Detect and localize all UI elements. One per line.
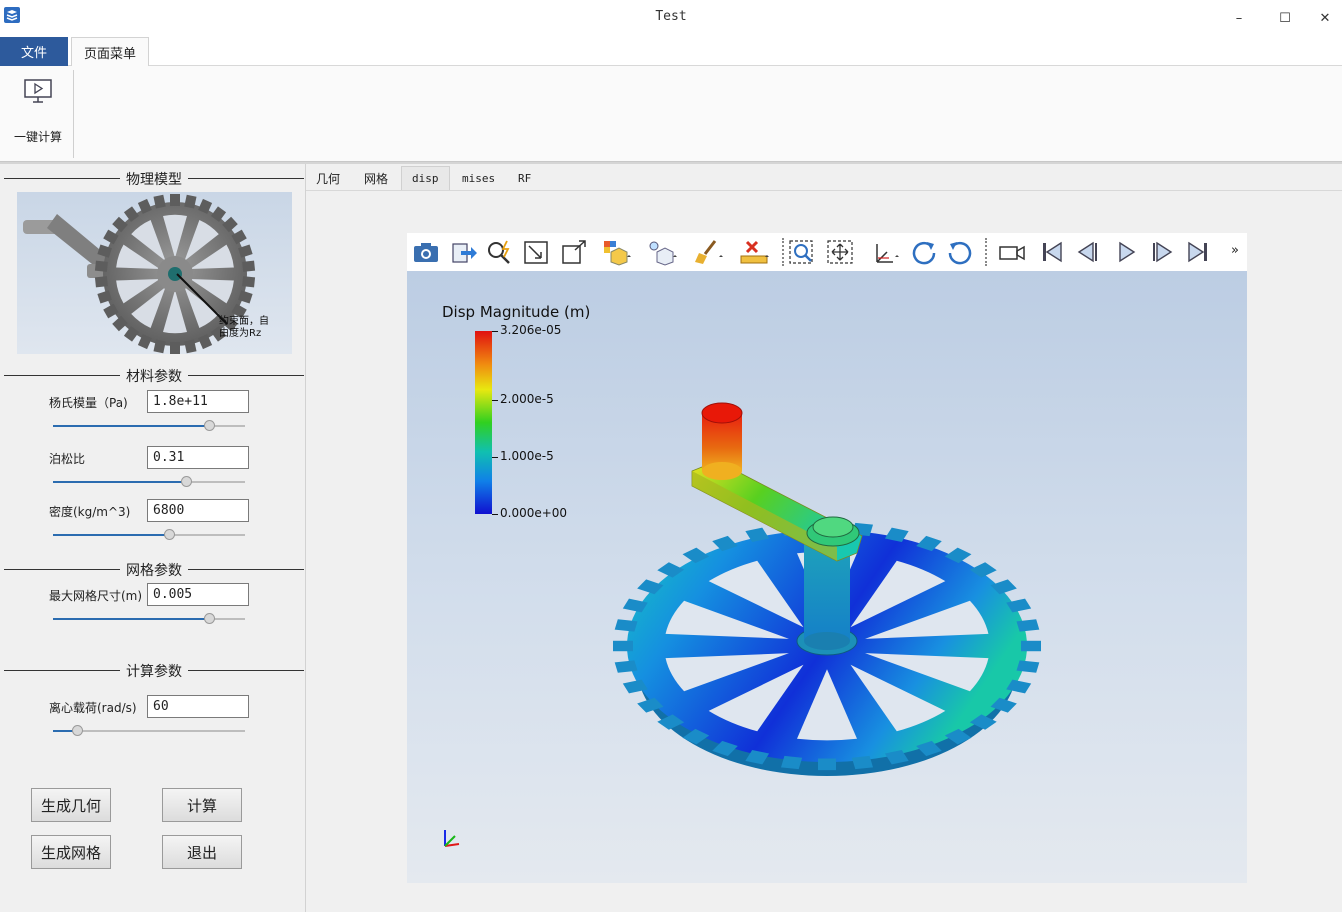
reset-view-icon[interactable]: [521, 238, 551, 266]
slider-handle[interactable]: [181, 476, 193, 487]
tab-file[interactable]: 文件: [0, 37, 68, 66]
export-icon[interactable]: [449, 238, 479, 266]
slider-handle[interactable]: [204, 420, 216, 431]
mesh-size-input[interactable]: 0.005: [147, 583, 249, 606]
brush-icon[interactable]: [693, 238, 723, 266]
mesh-size-label: 最大网格尺寸(m): [49, 589, 143, 603]
tab-rf[interactable]: RF: [508, 166, 541, 190]
play-icon[interactable]: [1111, 238, 1141, 266]
minimize-icon: –: [1235, 10, 1243, 26]
calc-title: 计算参数: [120, 664, 188, 680]
light-box-icon[interactable]: [647, 238, 677, 266]
one-click-compute-label: 一键计算: [13, 130, 62, 144]
zoom-box-icon[interactable]: [787, 238, 817, 266]
physical-model-image: 约束面，自 由度为Rz: [17, 192, 292, 354]
ribbon-panel: 一键计算: [0, 66, 1342, 162]
maximize-icon: ☐: [1279, 10, 1291, 26]
result-viewer: » Disp Magnitude (m) 3.206e-05 2.000e-5 …: [407, 233, 1247, 883]
slider-handle[interactable]: [204, 613, 216, 624]
maximize-button[interactable]: ☐: [1262, 4, 1308, 32]
generate-geometry-button[interactable]: 生成几何: [31, 788, 111, 822]
3d-viewport[interactable]: Disp Magnitude (m) 3.206e-05 2.000e-5 1.…: [407, 271, 1247, 883]
next-frame-icon[interactable]: [1147, 238, 1177, 266]
tab-mesh[interactable]: 网格: [354, 166, 398, 190]
poisson-ratio-slider[interactable]: [53, 476, 245, 488]
material-group-title: 材料参数: [4, 367, 304, 385]
generate-mesh-button[interactable]: 生成网格: [31, 835, 111, 869]
tab-disp[interactable]: disp: [401, 166, 450, 190]
toolbar-overflow-button[interactable]: »: [1231, 243, 1239, 258]
mesh-title: 网格参数: [120, 563, 188, 579]
slider-handle[interactable]: [71, 725, 83, 736]
box-color-icon[interactable]: [601, 238, 631, 266]
app-window: Test – ☐ ✕ 文件 页面菜单 一键计算 物理模型 约束面，自 由度为Rz…: [0, 0, 1342, 912]
youngs-modulus-label: 杨氏模量（Pa): [49, 396, 128, 410]
centrifugal-load-slider[interactable]: [53, 725, 245, 737]
calculate-button[interactable]: 计算: [162, 788, 242, 822]
physical-model-title: 物理模型: [120, 172, 188, 188]
minimize-button[interactable]: –: [1216, 4, 1262, 32]
model-annotation-line1: 约束面，自: [219, 316, 269, 327]
axis-triad-icon: [444, 830, 460, 847]
camera-icon[interactable]: [411, 238, 441, 266]
maximize-view-icon[interactable]: [559, 238, 589, 266]
centrifugal-load-input[interactable]: 60: [147, 695, 249, 718]
density-slider[interactable]: [53, 529, 245, 541]
slider-handle[interactable]: [164, 529, 176, 540]
close-button[interactable]: ✕: [1308, 4, 1342, 32]
last-frame-icon[interactable]: [1183, 238, 1213, 266]
video-camera-icon[interactable]: [997, 238, 1027, 266]
zoom-pick-icon[interactable]: [485, 238, 515, 266]
gear-model-render: [444, 402, 1041, 847]
mesh-group-title: 网格参数: [4, 561, 304, 579]
result-tab-bar: 几何 网格 disp mises RF: [306, 164, 1342, 190]
first-frame-icon[interactable]: [1037, 238, 1067, 266]
centrifugal-load-label: 离心载荷(rad/s): [49, 701, 137, 715]
density-label: 密度(kg/m^3): [49, 505, 131, 519]
tab-mises[interactable]: mises: [452, 166, 505, 190]
axes-orientation-icon[interactable]: [869, 238, 899, 266]
toolbar-separator: [985, 238, 987, 266]
close-icon: ✕: [1319, 10, 1331, 26]
density-input[interactable]: 6800: [147, 499, 249, 522]
toolbar-separator: [782, 238, 784, 266]
tab-page-menu[interactable]: 页面菜单: [71, 37, 149, 67]
window-title: Test: [655, 9, 687, 24]
monitor-play-icon: [24, 79, 52, 103]
ribbon-tab-bar: 文件 页面菜单: [0, 36, 1342, 67]
previous-frame-icon[interactable]: [1073, 238, 1103, 266]
youngs-modulus-input[interactable]: 1.8e+11: [147, 390, 249, 413]
youngs-modulus-slider[interactable]: [53, 420, 245, 432]
calc-group-title: 计算参数: [4, 662, 304, 680]
model-annotation-line2: 由度为Rz: [219, 328, 262, 339]
physical-model-group-title: 物理模型: [4, 170, 304, 188]
ribbon-divider: [73, 70, 74, 158]
rotate-ccw-icon[interactable]: [945, 238, 975, 266]
exit-button[interactable]: 退出: [162, 835, 242, 869]
mesh-size-slider[interactable]: [53, 613, 245, 625]
model-annotation: 约束面，自 由度为Rz: [219, 316, 269, 340]
poisson-ratio-input[interactable]: 0.31: [147, 446, 249, 469]
rotate-cw-icon[interactable]: [909, 238, 939, 266]
one-click-compute-button[interactable]: 一键计算: [8, 76, 68, 144]
poisson-ratio-label: 泊松比: [49, 452, 86, 466]
viewer-toolbar: »: [407, 233, 1247, 271]
material-title: 材料参数: [120, 369, 188, 385]
title-bar: Test – ☐ ✕: [0, 0, 1342, 36]
pan-icon[interactable]: [825, 238, 855, 266]
parameters-panel: 物理模型 约束面，自 由度为Rz 材料参数 杨氏模量（Pa) 1.8e+11 泊…: [0, 164, 306, 912]
delete-ruler-icon[interactable]: [739, 238, 769, 266]
tab-geometry[interactable]: 几何: [306, 166, 350, 190]
